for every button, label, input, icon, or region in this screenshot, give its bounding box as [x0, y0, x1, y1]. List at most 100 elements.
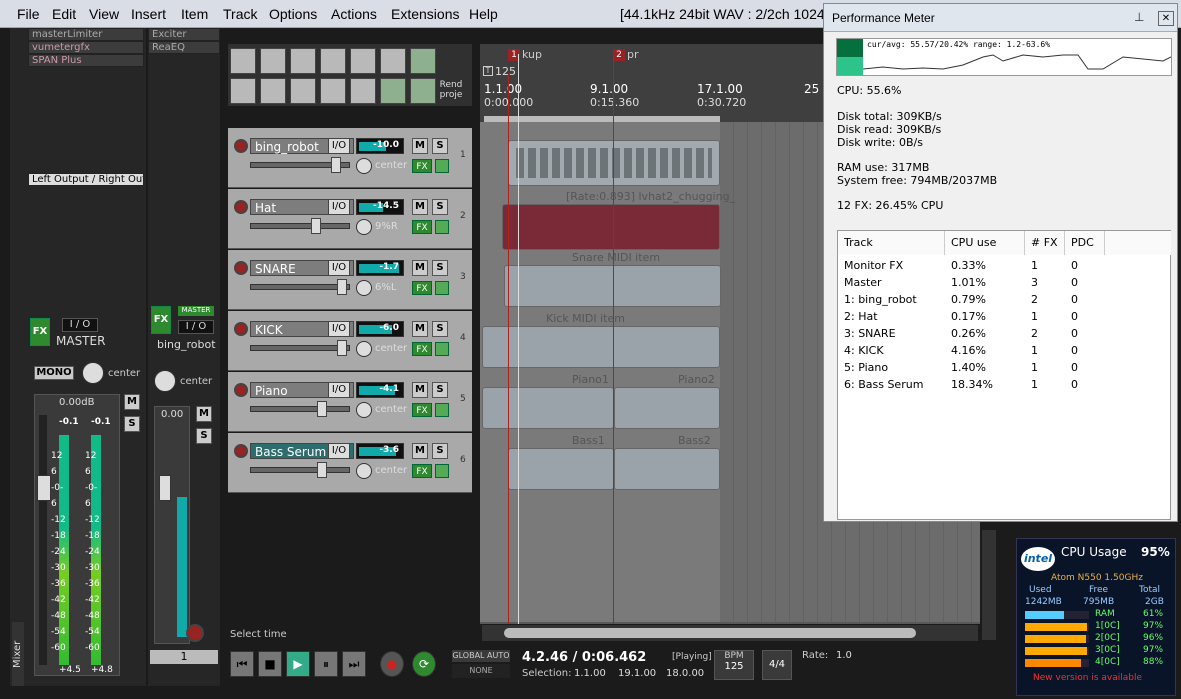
fx-slot[interactable]: SPAN Plus: [28, 54, 144, 67]
strip-fx-button[interactable]: FX: [151, 306, 171, 334]
track-solo-button[interactable]: S: [432, 199, 448, 215]
stop-button[interactable]: ■: [258, 651, 282, 677]
track-mute-button[interactable]: M: [412, 382, 428, 398]
loop-icon[interactable]: [380, 78, 406, 104]
selection-length[interactable]: 18.0.00: [666, 668, 704, 679]
new-project-icon[interactable]: [230, 48, 256, 74]
output-selector[interactable]: Left Output / Right Outp: [28, 173, 144, 186]
go-to-end-button[interactable]: ⏭: [342, 651, 366, 677]
media-item-piano1[interactable]: [482, 387, 614, 429]
master-mute-button[interactable]: M: [124, 394, 140, 410]
track-fx-button[interactable]: FX: [412, 281, 432, 295]
save-project-icon[interactable]: [290, 48, 316, 74]
mono-button[interactable]: MONO: [34, 366, 74, 380]
undo-icon[interactable]: [350, 48, 376, 74]
lock-icon[interactable]: [410, 78, 436, 104]
marker-2[interactable]: 2: [613, 49, 625, 61]
close-icon[interactable]: ✕: [1158, 11, 1174, 26]
media-item-piano2[interactable]: [614, 387, 720, 429]
track-pan-knob[interactable]: [356, 158, 372, 174]
redo-icon[interactable]: [380, 48, 406, 74]
media-item-bass1[interactable]: [508, 448, 614, 490]
track-volume-fader[interactable]: [250, 279, 350, 295]
fx-slot[interactable]: ReaEQ: [148, 41, 220, 54]
master-fx-button[interactable]: FX: [30, 318, 50, 346]
track-panel[interactable]: Hat I/O -14.5 M S 9%R FX 2: [228, 189, 472, 249]
record-arm-button[interactable]: [234, 322, 248, 336]
media-item-bass2[interactable]: [614, 448, 720, 490]
selection-start[interactable]: 1.1.00: [574, 668, 606, 679]
grid-icon[interactable]: [350, 78, 376, 104]
fx-bypass-icon[interactable]: [435, 281, 449, 295]
fader-handle[interactable]: [337, 340, 347, 356]
fx-bypass-icon[interactable]: [435, 220, 449, 234]
column-header-fx[interactable]: # FX: [1025, 231, 1065, 255]
fader-handle[interactable]: [337, 279, 347, 295]
record-arm-button[interactable]: [234, 444, 248, 458]
fx-slot[interactable]: masterLimiter: [28, 28, 144, 41]
menu-options[interactable]: Options: [269, 6, 317, 22]
track-io-button[interactable]: I/O: [328, 199, 350, 215]
strip-master-send-button[interactable]: MASTER: [178, 306, 214, 316]
record-button[interactable]: ●: [380, 651, 404, 677]
strip-solo-button[interactable]: S: [196, 428, 212, 444]
menu-actions[interactable]: Actions: [331, 6, 377, 22]
menu-help[interactable]: Help: [469, 6, 498, 22]
track-volume-meter[interactable]: -10.0: [356, 138, 404, 154]
track-solo-button[interactable]: S: [432, 321, 448, 337]
global-auto-button[interactable]: GLOBAL AUTO: [452, 650, 510, 662]
track-panel[interactable]: SNARE I/O -1.7 M S 6%L FX 3: [228, 250, 472, 310]
column-header-cpu[interactable]: CPU use: [945, 231, 1025, 255]
media-item-hat[interactable]: [502, 204, 720, 250]
grouping-icon[interactable]: [290, 78, 316, 104]
menu-view[interactable]: View: [89, 6, 119, 22]
track-solo-button[interactable]: S: [432, 260, 448, 276]
bpm-box[interactable]: BPM 125: [714, 650, 754, 680]
column-header-pdc[interactable]: PDC: [1065, 231, 1105, 255]
track-pan-knob[interactable]: [356, 402, 372, 418]
fx-bypass-icon[interactable]: [435, 342, 449, 356]
fx-bypass-icon[interactable]: [435, 464, 449, 478]
strip-pan-knob[interactable]: [154, 370, 176, 392]
track-panel[interactable]: bing_robot I/O -10.0 M Scenter FX 1: [228, 128, 472, 188]
fx-bypass-icon[interactable]: [435, 159, 449, 173]
track-io-button[interactable]: I/O: [328, 138, 350, 154]
render-button[interactable]: Rend proje: [434, 80, 468, 100]
track-pan-knob[interactable]: [356, 463, 372, 479]
track-panel[interactable]: KICK I/O -6.0 M Scenter FX 4: [228, 311, 472, 371]
track-fx-button[interactable]: FX: [412, 220, 432, 234]
track-pan-knob[interactable]: [356, 219, 372, 235]
track-fx-button[interactable]: FX: [412, 464, 432, 478]
menu-extensions[interactable]: Extensions: [391, 6, 459, 22]
track-volume-fader[interactable]: [250, 340, 350, 356]
track-volume-meter[interactable]: -1.7: [356, 260, 404, 276]
automation-mode[interactable]: NONE: [452, 664, 510, 678]
menu-file[interactable]: File: [17, 6, 40, 22]
strip-io-button[interactable]: I / O: [178, 320, 214, 334]
fx-slot[interactable]: Exciter: [148, 28, 220, 41]
track-volume-fader[interactable]: [250, 218, 350, 234]
menu-item[interactable]: Item: [181, 6, 208, 22]
fader-handle[interactable]: [317, 462, 327, 478]
track-mute-button[interactable]: M: [412, 199, 428, 215]
repeat-button[interactable]: ⟳: [412, 651, 436, 677]
track-pan-knob[interactable]: [356, 341, 372, 357]
fx-bypass-icon[interactable]: [435, 403, 449, 417]
menu-insert[interactable]: Insert: [131, 6, 166, 22]
track-volume-meter[interactable]: -14.5: [356, 199, 404, 215]
track-fx-button[interactable]: FX: [412, 342, 432, 356]
track-io-button[interactable]: I/O: [328, 260, 350, 276]
horizontal-scroll-thumb[interactable]: [504, 628, 916, 638]
track-volume-fader[interactable]: [250, 462, 350, 478]
track-mute-button[interactable]: M: [412, 260, 428, 276]
metronome-icon[interactable]: [410, 48, 436, 74]
track-solo-button[interactable]: S: [432, 443, 448, 459]
fader-handle[interactable]: [331, 157, 341, 173]
fader-handle[interactable]: [311, 218, 321, 234]
track-io-button[interactable]: I/O: [328, 321, 350, 337]
pause-button[interactable]: ⏸: [314, 651, 338, 677]
track-fx-button[interactable]: FX: [412, 403, 432, 417]
zoom-controls[interactable]: [982, 530, 996, 640]
column-header-track[interactable]: Track: [838, 231, 945, 255]
mixer-tab[interactable]: Mixer: [12, 622, 24, 686]
